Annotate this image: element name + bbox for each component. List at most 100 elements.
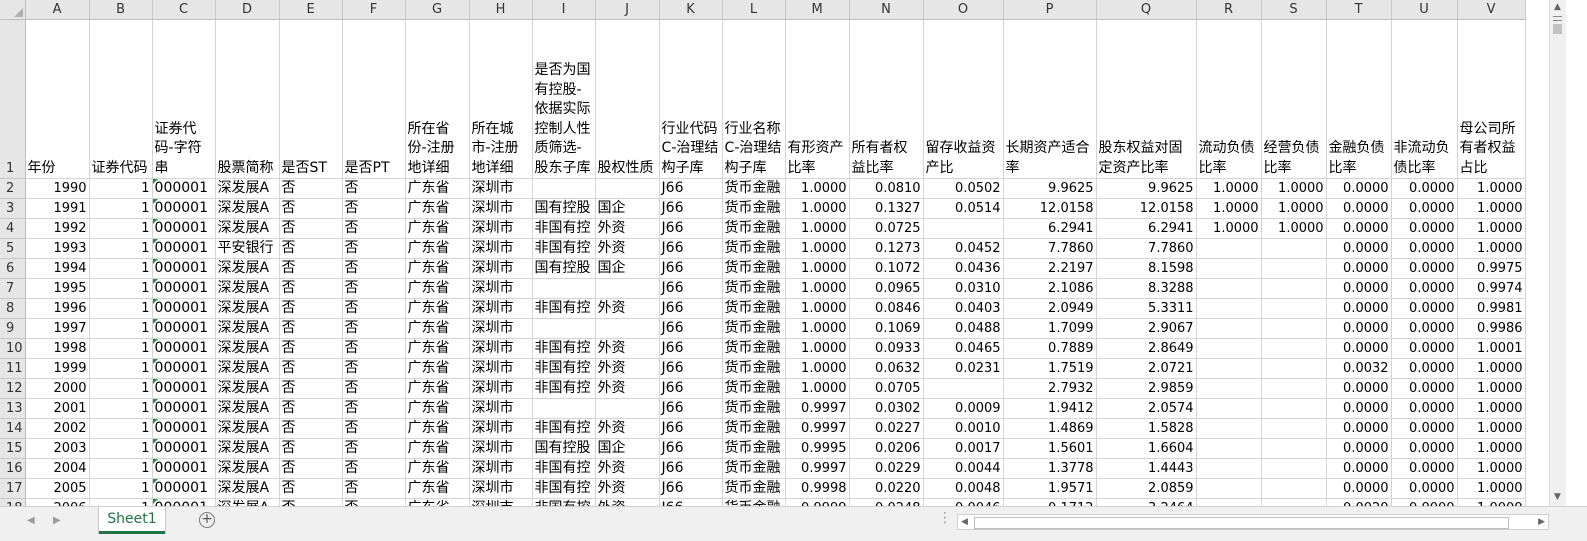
cell[interactable]: 深发展A bbox=[215, 218, 280, 239]
cell[interactable]: 深圳市 bbox=[469, 338, 533, 359]
cell[interactable]: 1.5601 bbox=[1003, 438, 1097, 459]
column-header[interactable]: M bbox=[785, 0, 850, 20]
column-header[interactable]: O bbox=[923, 0, 1004, 20]
cell[interactable]: 0.0000 bbox=[1326, 398, 1392, 419]
cell[interactable]: 广东省 bbox=[405, 378, 470, 399]
cell[interactable]: 000001 bbox=[152, 358, 216, 379]
row-header[interactable]: 9 bbox=[0, 318, 26, 339]
cell[interactable]: 0.0032 bbox=[1326, 358, 1392, 379]
cell[interactable]: 0.0000 bbox=[1326, 218, 1392, 239]
cell[interactable]: 1996 bbox=[25, 298, 90, 319]
cell[interactable]: 广东省 bbox=[405, 178, 470, 199]
cell[interactable]: 0.9997 bbox=[785, 418, 850, 439]
cell[interactable]: 非国有控 bbox=[532, 418, 596, 439]
cell[interactable]: 1 bbox=[89, 438, 153, 459]
cell[interactable]: 1.0000 bbox=[1457, 478, 1526, 499]
scroll-right-icon[interactable]: ▶ bbox=[1538, 515, 1545, 529]
cell[interactable]: 否 bbox=[279, 198, 343, 219]
cell[interactable]: J66 bbox=[659, 458, 723, 479]
cell[interactable]: J66 bbox=[659, 338, 723, 359]
cell[interactable]: 000001 bbox=[152, 218, 216, 239]
cell[interactable]: 1 bbox=[89, 338, 153, 359]
cell[interactable]: 广东省 bbox=[405, 458, 470, 479]
column-header[interactable]: T bbox=[1326, 0, 1392, 20]
cell[interactable]: 国企 bbox=[595, 198, 660, 219]
cell[interactable]: 000001 bbox=[152, 458, 216, 479]
cell[interactable] bbox=[1261, 398, 1327, 419]
cell[interactable]: 0.0000 bbox=[1326, 378, 1392, 399]
cell[interactable]: 0.0965 bbox=[849, 278, 924, 299]
cell[interactable]: 非国有控 bbox=[532, 378, 596, 399]
cell[interactable]: 深发展A bbox=[215, 338, 280, 359]
cell[interactable]: 1.0000 bbox=[1457, 198, 1526, 219]
cell[interactable]: J66 bbox=[659, 398, 723, 419]
row-header[interactable]: 4 bbox=[0, 218, 26, 239]
cell[interactable]: 0.0048 bbox=[923, 478, 1004, 499]
cell[interactable]: 1999 bbox=[25, 358, 90, 379]
cell[interactable]: 深发展A bbox=[215, 298, 280, 319]
cell[interactable]: 2.0949 bbox=[1003, 298, 1097, 319]
cell[interactable]: 2.0574 bbox=[1096, 398, 1197, 419]
cell[interactable]: 货币金融 bbox=[722, 218, 786, 239]
cell[interactable]: J66 bbox=[659, 238, 723, 259]
cell[interactable]: 6.2941 bbox=[1096, 218, 1197, 239]
previous-sheet-icon[interactable]: ◀ bbox=[27, 515, 35, 526]
header-cell[interactable]: 行业代码C-治理结构子库 bbox=[659, 19, 723, 179]
cell[interactable] bbox=[1261, 358, 1327, 379]
cell[interactable]: J66 bbox=[659, 378, 723, 399]
header-cell[interactable]: 留存收益资产比 bbox=[923, 19, 1004, 179]
cell[interactable]: 2.8649 bbox=[1096, 338, 1197, 359]
cell[interactable]: 深发展A bbox=[215, 278, 280, 299]
cell[interactable]: 深发展A bbox=[215, 318, 280, 339]
cell[interactable] bbox=[1196, 298, 1262, 319]
cell[interactable]: 0.9974 bbox=[1457, 278, 1526, 299]
cell[interactable]: 1.0000 bbox=[1457, 358, 1526, 379]
cell[interactable]: 0.0009 bbox=[923, 398, 1004, 419]
cell[interactable]: 广东省 bbox=[405, 338, 470, 359]
cell[interactable]: 0.9975 bbox=[1457, 258, 1526, 279]
cell[interactable]: 000001 bbox=[152, 478, 216, 499]
cell[interactable]: 2002 bbox=[25, 418, 90, 439]
cell[interactable]: 1.0000 bbox=[1261, 198, 1327, 219]
cell[interactable]: 0.0933 bbox=[849, 338, 924, 359]
cell[interactable]: 非国有控 bbox=[532, 478, 596, 499]
cell[interactable]: 6.2941 bbox=[1003, 218, 1097, 239]
column-header[interactable]: A bbox=[25, 0, 90, 20]
cell[interactable]: 1993 bbox=[25, 238, 90, 259]
cell[interactable]: 0.0044 bbox=[923, 458, 1004, 479]
cell[interactable]: 深圳市 bbox=[469, 378, 533, 399]
cell[interactable]: 1.0000 bbox=[785, 338, 850, 359]
cell[interactable]: 广东省 bbox=[405, 238, 470, 259]
header-cell[interactable]: 股权性质 bbox=[595, 19, 660, 179]
cell[interactable]: 1.0000 bbox=[1457, 178, 1526, 199]
cell[interactable]: 000001 bbox=[152, 258, 216, 279]
cell[interactable]: 0.0229 bbox=[849, 458, 924, 479]
cell[interactable]: J66 bbox=[659, 358, 723, 379]
cell[interactable]: 0.0000 bbox=[1391, 418, 1458, 439]
cell[interactable]: 0.0705 bbox=[849, 378, 924, 399]
cell[interactable]: 货币金融 bbox=[722, 358, 786, 379]
column-header[interactable]: J bbox=[595, 0, 660, 20]
column-header[interactable]: C bbox=[152, 0, 216, 20]
cell[interactable]: 1997 bbox=[25, 318, 90, 339]
cell[interactable]: 1 bbox=[89, 378, 153, 399]
cell[interactable]: 000001 bbox=[152, 178, 216, 199]
cell[interactable]: 12.0158 bbox=[1096, 198, 1197, 219]
cell[interactable] bbox=[532, 318, 596, 339]
row-header[interactable]: 8 bbox=[0, 298, 26, 319]
cell[interactable]: 0.0000 bbox=[1391, 218, 1458, 239]
cell[interactable]: 深发展A bbox=[215, 398, 280, 419]
cell[interactable]: 否 bbox=[342, 318, 406, 339]
cell[interactable]: 0.0000 bbox=[1326, 338, 1392, 359]
cell[interactable]: 1.0000 bbox=[785, 198, 850, 219]
header-cell[interactable]: 长期资产适合率 bbox=[1003, 19, 1097, 179]
cell[interactable]: 0.0302 bbox=[849, 398, 924, 419]
cell[interactable]: 0.0000 bbox=[1391, 478, 1458, 499]
cell[interactable]: 7.7860 bbox=[1096, 238, 1197, 259]
column-header[interactable]: D bbox=[215, 0, 280, 20]
scroll-down-icon[interactable]: ▼ bbox=[1554, 492, 1561, 502]
cell[interactable]: 否 bbox=[342, 218, 406, 239]
column-header[interactable]: S bbox=[1261, 0, 1327, 20]
select-all-corner[interactable] bbox=[0, 0, 26, 20]
cell[interactable]: 货币金融 bbox=[722, 378, 786, 399]
